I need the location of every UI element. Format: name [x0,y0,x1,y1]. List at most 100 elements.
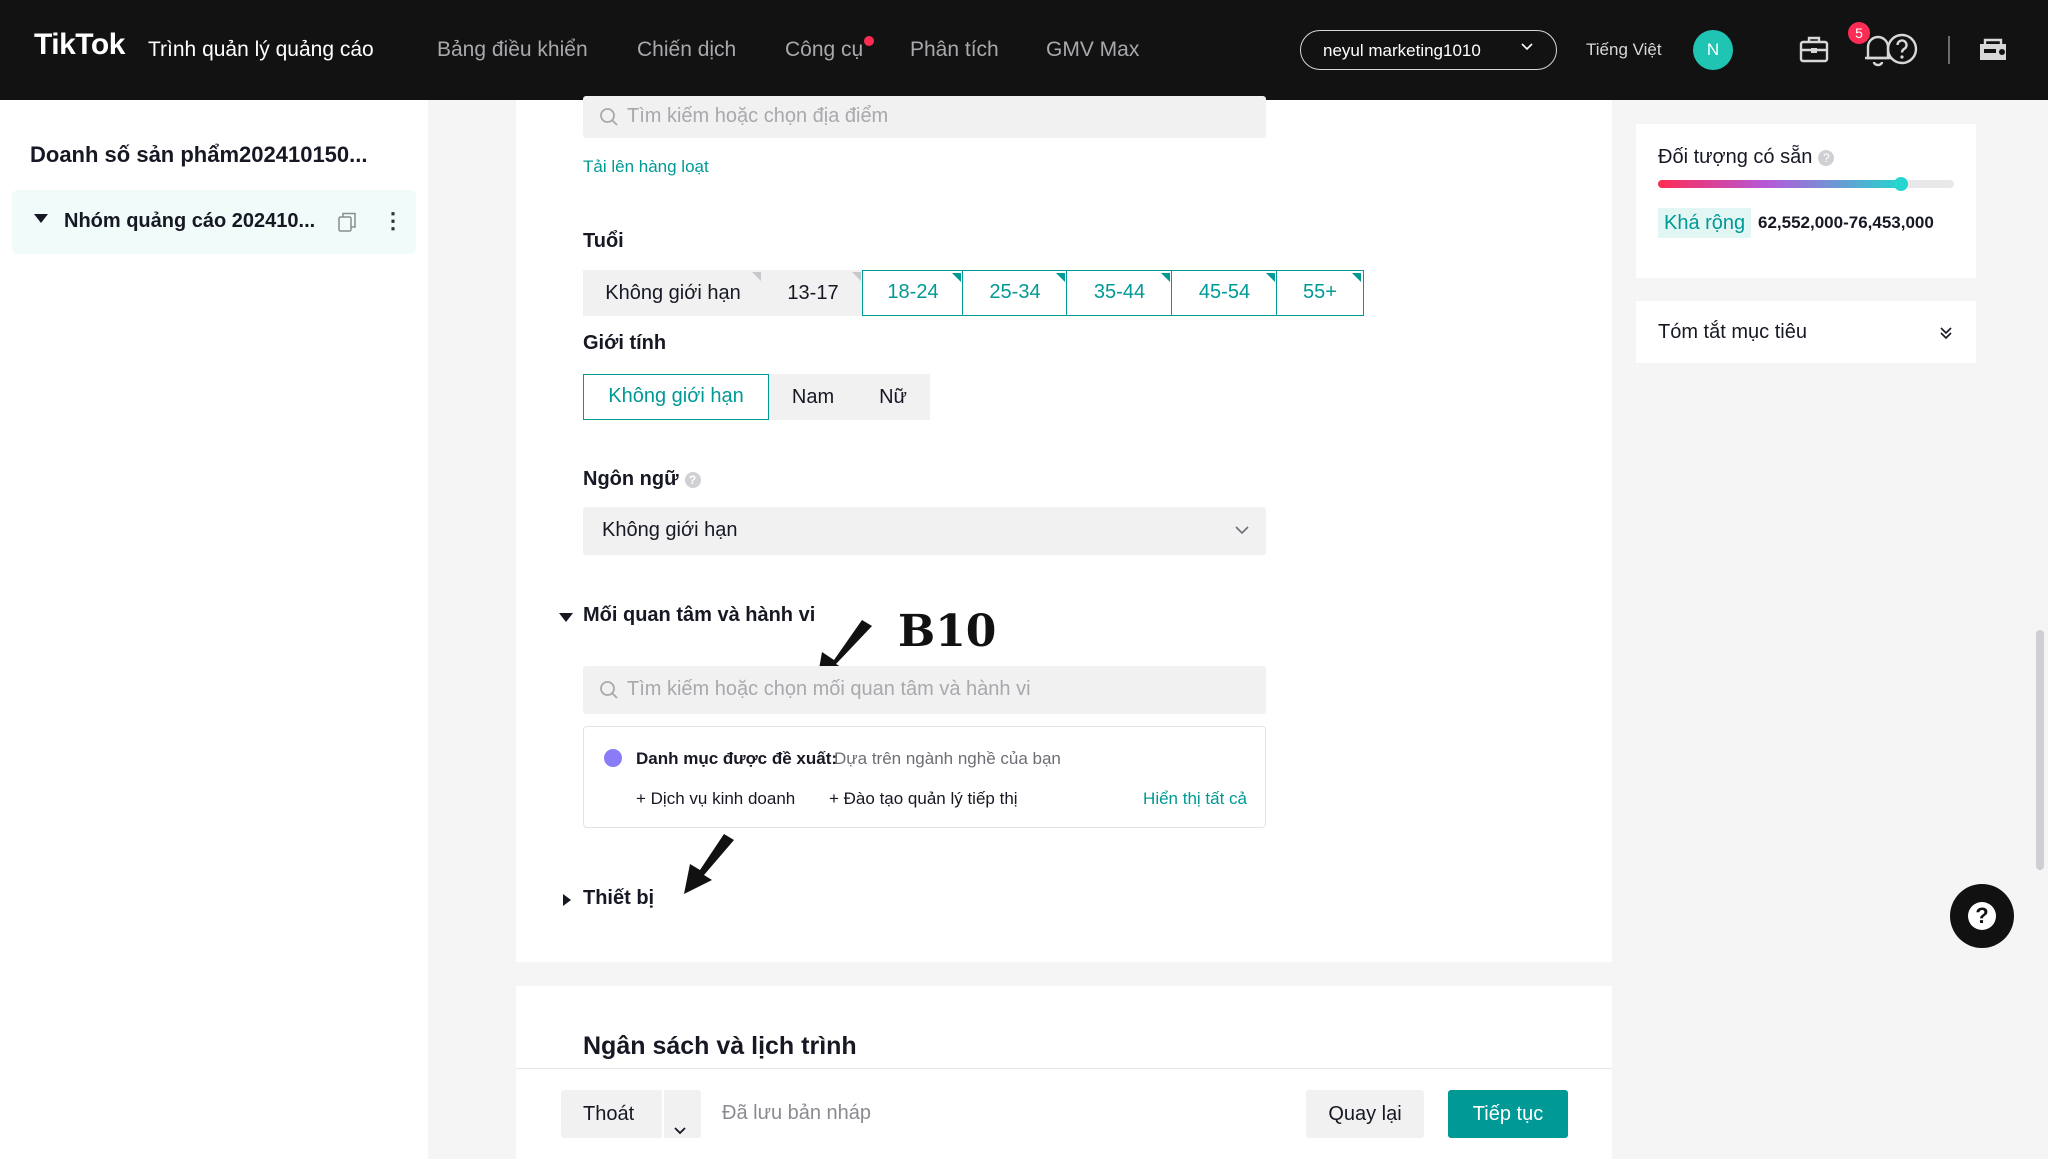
caret-down-icon[interactable] [559,613,573,622]
chevron-down-icon [1234,523,1250,537]
audience-level-badge: Khá rộng [1658,208,1752,238]
age-option-label: 18-24 [887,281,939,303]
suggested-item-label: Dịch vụ kinh doanh [650,789,796,808]
continue-button[interactable]: Tiếp tục [1448,1090,1568,1138]
nav-analytics[interactable]: Phân tích [910,38,999,62]
left-sidebar [0,100,428,1159]
language-label-text: Ngôn ngữ [583,468,679,490]
language-switcher[interactable]: Tiếng Việt [1586,40,1662,60]
nav-dashboard[interactable]: Bảng điều khiển [437,38,588,62]
device-label[interactable]: Thiết bị [583,887,654,910]
age-option-35-44[interactable]: 35-44 [1066,270,1173,316]
campaign-title[interactable]: Doanh số sản phẩm202410150... [30,142,368,168]
corner-mark [1266,273,1275,282]
age-option-unlimited[interactable]: Không giới hạn [583,270,763,316]
search-icon [599,107,619,127]
age-option-label: 25-34 [989,281,1041,303]
language-select[interactable]: Không giới hạn [583,507,1266,555]
nav-campaigns[interactable]: Chiến dịch [637,38,736,62]
ad-group-label: Nhóm quảng cáo 202410... [64,210,316,232]
tiktok-logo[interactable]: TikTok [34,28,125,62]
language-label: Ngôn ngữ? [583,468,701,491]
interests-search-input[interactable]: Tìm kiếm hoặc chọn mối quan tâm và hành … [583,666,1266,714]
annotation-label: B10 [898,606,997,657]
age-option-label: 55+ [1303,281,1337,303]
suggested-title: Danh mục được đề xuất: [636,749,838,768]
copy-icon[interactable] [338,212,356,232]
age-label: Tuổi [583,230,624,252]
ad-group-item[interactable]: Nhóm quảng cáo 202410... ⋮ [12,190,416,254]
bulk-upload-link[interactable]: Tải lên hàng loạt [583,157,709,177]
audience-title: Đối tượng có sẵn? [1658,146,1835,169]
show-all-link[interactable]: Hiển thị tất cả [1143,789,1247,809]
suggested-item-label: Đào tạo quản lý tiếp thị [843,789,1018,808]
interests-label[interactable]: Mối quan tâm và hành vi [583,604,815,627]
age-option-55-plus[interactable]: 55+ [1276,270,1364,316]
chevron-down-icon[interactable] [673,1107,687,1135]
plus-icon: + [829,789,844,808]
nav-divider [1948,36,1950,64]
nav-gmv-max[interactable]: GMV Max [1046,38,1139,62]
audience-range: 62,552,000-76,453,000 [1758,213,1934,232]
help-icon[interactable]: ? [1818,149,1835,166]
tools-new-dot [864,36,874,46]
age-option-label: 35-44 [1093,281,1146,303]
location-search-input[interactable]: Tìm kiếm hoặc chọn địa điểm [583,96,1266,138]
corner-mark [952,273,961,282]
age-option-label: Không giới hạn [605,282,741,304]
audience-meter-fill [1658,180,1901,188]
notification-badge: 5 [1848,22,1870,44]
age-option-25-34[interactable]: 25-34 [962,270,1068,316]
suggested-item[interactable]: + Đào tạo quản lý tiếp thị [829,789,1018,809]
corner-mark [752,272,761,281]
nav-tools[interactable]: Công cụ [785,38,863,62]
account-name: neyul marketing1010 [1323,41,1481,60]
account-selector[interactable]: neyul marketing1010 [1300,30,1557,70]
audience-size-meter [1658,177,1954,191]
corner-mark [1352,273,1361,282]
button-divider [662,1090,664,1138]
exit-label: Thoát [583,1103,635,1125]
audience-title-text: Đối tượng có sẵn [1658,146,1813,168]
gender-option-male[interactable]: Nam [769,374,857,420]
back-button[interactable]: Quay lại [1306,1090,1424,1138]
help-icon[interactable]: ? [684,471,701,488]
suggested-desc: Dựa trên ngành nghề của bạn [834,749,1061,768]
caret-down-icon[interactable] [34,214,48,223]
user-switch-icon[interactable] [1976,32,2012,68]
draft-saved-status: Đã lưu bản nháp [722,1102,872,1124]
gender-option-unlimited[interactable]: Không giới hạn [583,374,769,420]
double-chevron-down-icon[interactable] [1938,325,1954,341]
corner-mark [852,272,861,281]
top-navbar: TikTok Trình quản lý quảng cáo Bảng điều… [0,0,2048,100]
plus-icon: + [636,789,651,808]
corner-mark [1056,273,1065,282]
chevron-down-icon [1520,40,1534,57]
gender-label: Giới tính [583,332,667,354]
avatar[interactable]: N [1693,30,1733,70]
budget-section-title: Ngân sách và lịch trình [583,1032,857,1060]
caret-right-icon[interactable] [563,894,571,906]
exit-button[interactable]: Thoát [561,1090,701,1138]
page-scrollbar[interactable] [2036,630,2044,870]
briefcase-icon[interactable] [1797,32,1833,68]
annotation-arrow [682,834,738,901]
age-option-18-24[interactable]: 18-24 [862,270,964,316]
help-circle-icon[interactable] [1885,32,1921,68]
question-icon: ? [1968,902,1996,930]
lightbulb-icon [604,749,622,767]
gender-option-female[interactable]: Nữ [856,374,930,420]
targeting-summary-card[interactable]: Tóm tắt mục tiêu [1636,301,1976,363]
age-option-13-17[interactable]: 13-17 [763,270,863,316]
age-option-label: 45-54 [1198,281,1251,303]
suggested-categories-box: Danh mục được đề xuất: Dựa trên ngành ng… [583,726,1266,828]
more-vertical-icon[interactable]: ⋮ [382,208,404,234]
corner-mark [1161,273,1170,282]
summary-title: Tóm tắt mục tiêu [1658,321,1807,343]
audience-size-card: Đối tượng có sẵn? Khá rộng 62,552,000-76… [1636,124,1976,278]
age-option-45-54[interactable]: 45-54 [1171,270,1278,316]
help-button[interactable]: ? [1950,884,2014,948]
age-option-label: 13-17 [787,282,839,304]
search-icon [599,680,619,700]
suggested-item[interactable]: + Dịch vụ kinh doanh [636,789,795,809]
